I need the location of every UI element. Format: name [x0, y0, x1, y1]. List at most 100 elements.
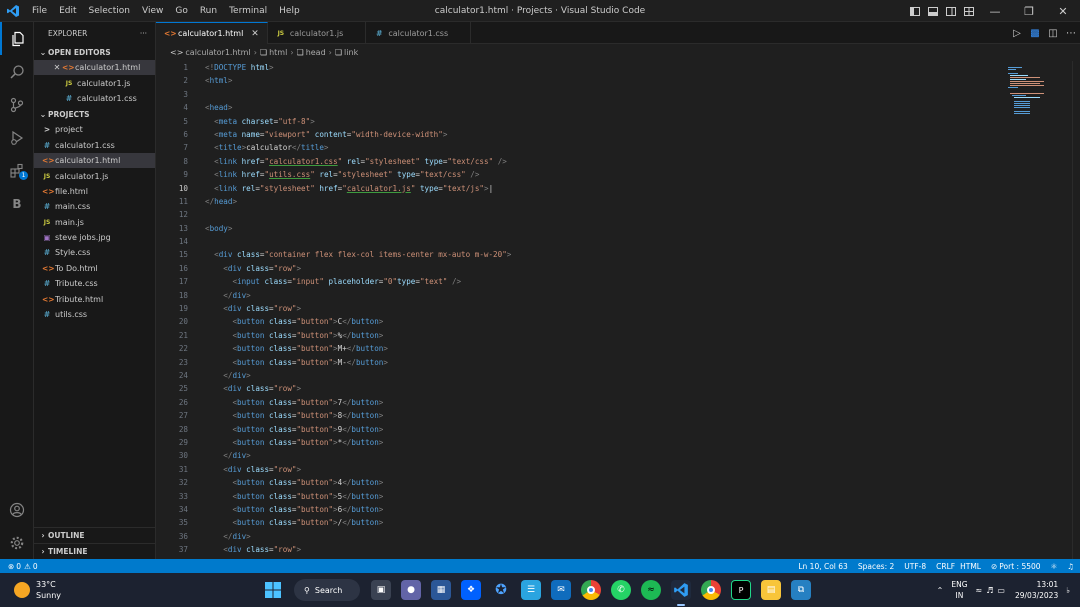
customize-layout-icon[interactable]	[962, 0, 976, 22]
file-item[interactable]: JS main.js	[34, 215, 155, 230]
menu-view[interactable]: View	[136, 0, 169, 22]
chrome-icon[interactable]	[581, 580, 601, 600]
weather-widget[interactable]: 33°C Sunny	[0, 579, 61, 601]
editor-tab[interactable]: # calculator1.css	[366, 22, 472, 44]
menu-run[interactable]: Run	[194, 0, 223, 22]
code-line[interactable]: <button class="button">*</button>	[205, 436, 511, 449]
file-item[interactable]: # Tribute.css	[34, 276, 155, 291]
editor-tab[interactable]: JS calculator1.js	[268, 22, 367, 44]
code-line[interactable]: <link href="calculator1.css" rel="styles…	[205, 155, 511, 168]
split-editor-icon[interactable]: ◫	[1044, 28, 1062, 39]
indentation[interactable]: Spaces: 2	[858, 562, 894, 571]
minimap[interactable]	[1006, 63, 1046, 123]
end-of-line[interactable]: CRLF	[936, 562, 955, 571]
cursor-position[interactable]: Ln 10, Col 63	[798, 562, 847, 571]
file-item[interactable]: <> Tribute.html	[34, 291, 155, 306]
source-control-icon[interactable]	[0, 88, 34, 121]
accounts-b-icon[interactable]: B	[0, 187, 34, 220]
task-view-icon[interactable]: ▣	[371, 580, 391, 600]
menu-terminal[interactable]: Terminal	[223, 0, 273, 22]
file-item[interactable]: <> calculator1.html	[34, 152, 155, 169]
menu-selection[interactable]: Selection	[83, 0, 136, 22]
extensions-icon[interactable]: 1	[0, 154, 34, 187]
more-actions-icon[interactable]: ⋯	[1062, 28, 1080, 39]
file-item[interactable]: <> file.html	[34, 184, 155, 199]
code-line[interactable]: <button class="button">6</button>	[205, 503, 511, 516]
teams-chat-icon[interactable]: ●	[401, 580, 421, 600]
breadcrumb-file[interactable]: calculator1.html	[185, 48, 250, 57]
code-line[interactable]: <html>	[205, 74, 511, 87]
code-line[interactable]: <button class="button">%</button>	[205, 329, 511, 342]
code-line[interactable]: <input class="input" placeholder="0"type…	[205, 275, 511, 288]
code-line[interactable]: <button class="button">4</button>	[205, 476, 511, 489]
visual-studio-installer-icon[interactable]: ⧉	[791, 580, 811, 600]
open-editor-item[interactable]: JS calculator1.js	[34, 75, 155, 90]
code-line[interactable]: <button class="button">/</button>	[205, 516, 511, 529]
editor-scrollbar[interactable]	[1072, 61, 1080, 559]
code-line[interactable]: <meta name="viewport" content="width-dev…	[205, 128, 511, 141]
toggle-panel-icon[interactable]	[926, 0, 940, 22]
input-language[interactable]: ENG IN	[951, 579, 967, 601]
explorer-icon[interactable]	[0, 22, 34, 55]
close-window-button[interactable]: ✕	[1046, 0, 1080, 22]
volume-icon[interactable]: ♬	[986, 586, 993, 595]
code-line[interactable]: <!DOCTYPE html>	[205, 61, 511, 74]
code-line[interactable]	[205, 88, 511, 101]
live-server-port[interactable]: Port : 5500	[999, 562, 1040, 571]
code-line[interactable]: <div class="row">	[205, 382, 511, 395]
file-item[interactable]: # utils.css	[34, 307, 155, 322]
status-left[interactable]: ⊗ 0 ⚠ 0	[0, 562, 38, 571]
account-icon[interactable]	[0, 493, 34, 526]
editor-tab[interactable]: <> calculator1.html ✕	[156, 22, 268, 44]
timeline-section[interactable]: › TIMELINE	[34, 543, 156, 559]
file-item[interactable]: # calculator1.css	[34, 138, 155, 153]
notification-bell-icon[interactable]: ♭	[1066, 586, 1070, 595]
accounts-status-icon[interactable]: ⚛	[1051, 562, 1058, 571]
code-line[interactable]: <button class="button">M+</button>	[205, 342, 511, 355]
settings-gear-icon[interactable]	[0, 526, 34, 559]
restore-button[interactable]: ❐	[1012, 0, 1046, 22]
menu-help[interactable]: Help	[273, 0, 306, 22]
menu-edit[interactable]: Edit	[53, 0, 82, 22]
code-line[interactable]: </div>	[205, 369, 511, 382]
code-line[interactable]: <head>	[205, 101, 511, 114]
file-item[interactable]: # main.css	[34, 199, 155, 214]
dropbox-icon[interactable]: ❖	[461, 580, 481, 600]
microsoft-store-icon[interactable]: ▦	[431, 580, 451, 600]
file-item[interactable]: <> To Do.html	[34, 261, 155, 276]
code-line[interactable]: <button class="button">7</button>	[205, 396, 511, 409]
taskbar-search[interactable]: ⚲ Search	[294, 579, 360, 601]
breadcrumb-html[interactable]: html	[269, 48, 287, 57]
code-line[interactable]: <meta charset="utf-8">	[205, 115, 511, 128]
windows-start-icon[interactable]	[263, 580, 283, 600]
code-line[interactable]: <button class="button">9</button>	[205, 423, 511, 436]
code-line[interactable]: </div>	[205, 530, 511, 543]
run-play-icon[interactable]: ▷	[1008, 28, 1026, 39]
code-line[interactable]: <button class="button">C</button>	[205, 315, 511, 328]
language-mode[interactable]: HTML	[960, 562, 981, 571]
folder-item[interactable]: > project	[34, 122, 155, 137]
code-line[interactable]: </div>	[205, 289, 511, 302]
open-editor-item[interactable]: ✕ <> calculator1.html	[34, 60, 155, 76]
open-editors-section[interactable]: ⌄ OPEN EDITORS	[34, 44, 155, 60]
toggle-primary-sidebar-icon[interactable]	[908, 0, 922, 22]
code-line[interactable]: <div class="row">	[205, 543, 511, 556]
close-tab-icon[interactable]: ✕	[251, 29, 259, 39]
code-line[interactable]: </head>	[205, 195, 511, 208]
close-editor-icon[interactable]: ✕	[52, 63, 62, 72]
notifications-bell-icon[interactable]: ♫	[1067, 562, 1074, 571]
code-line[interactable]	[205, 235, 511, 248]
wifi-icon[interactable]: ≈	[976, 586, 983, 595]
code-line[interactable]: <div class="row">	[205, 463, 511, 476]
code-line[interactable]: </div>	[205, 449, 511, 462]
code-line[interactable]: <link href="utils.css" rel="stylesheet" …	[205, 168, 511, 181]
outline-section[interactable]: › OUTLINE	[34, 527, 156, 543]
power-automate-icon[interactable]: ✪	[491, 580, 511, 600]
code-line[interactable]: <title>calculator</title>	[205, 141, 511, 154]
code-editor[interactable]: 1 2 3 4 5 6 7 8 9 10 11 12 13 14 15 16 17 18 19 20 21 22 23 24 2…	[156, 61, 1080, 559]
spotify-icon[interactable]: ≈	[641, 580, 661, 600]
code-content[interactable]: <!DOCTYPE html> <html> <head> <meta charse…	[205, 61, 511, 556]
menu-file[interactable]: File	[26, 0, 53, 22]
search-icon[interactable]	[0, 55, 34, 88]
show-hidden-icons-chevron-icon[interactable]: ⌃	[937, 586, 944, 595]
